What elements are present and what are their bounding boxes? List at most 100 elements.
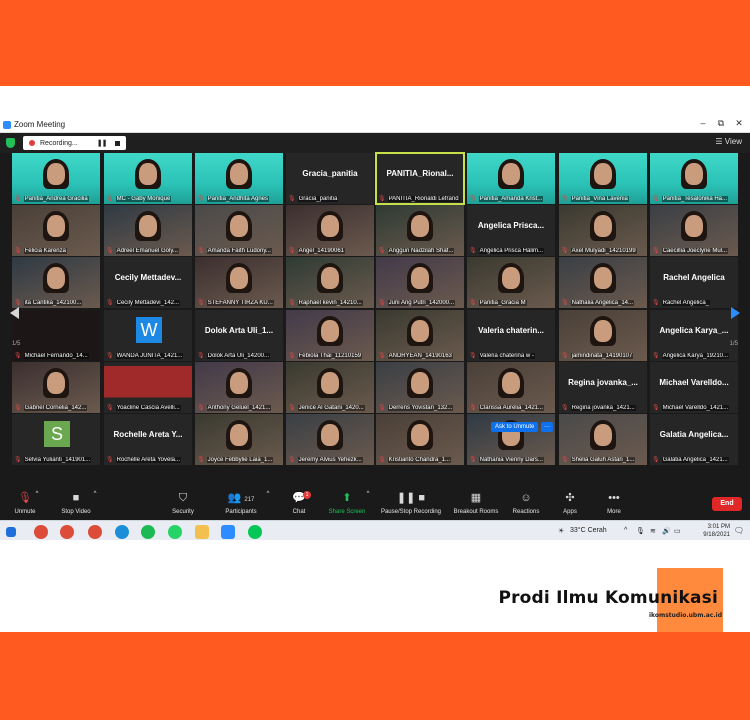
participant-tile[interactable]: Regina jovanka_... 🎙 Regina jovanka_1421..… [559,362,647,413]
chrome-icon[interactable] [60,525,74,539]
participant-tile[interactable]: Michael Varelldo... 🎙 Michael Varelldo_142… [650,362,738,413]
participant-tile[interactable]: 🎙 Jenice Al Gatani_1420... [286,362,374,413]
notifications-icon[interactable]: 🗨 [734,526,744,535]
participant-tile[interactable]: 🎙 Michael Fernando_14... [12,310,100,361]
participant-tile[interactable]: 🎙 Joyce Febbylie Laia_1... [195,414,283,465]
more-button[interactable]: ••• More [584,491,644,515]
window-title: Zoom Meeting [14,120,66,129]
participant-tile[interactable]: 🎙 Anggun Nadzilah Shaf... [376,205,464,256]
video-options-chevron-icon[interactable]: ^ [90,491,100,497]
maximize-button[interactable]: ⧉ [714,118,728,129]
participant-tile[interactable]: 🎙 Panitia_Vina Lavenia [559,153,647,204]
participant-tile[interactable]: 🎙 Felicia Karenza [12,205,100,256]
participant-tile[interactable]: 🎙 Febiola Thai_11210159 [286,310,374,361]
mic-muted-icon: 🎙 [561,405,569,411]
wifi-icon[interactable]: ≋ [650,527,656,535]
participant-face [139,215,157,237]
participant-tile[interactable]: Rochelle Areta Y... 🎙 Rochelle Areta Yovel… [104,414,192,465]
weather-readout[interactable]: 33°C Cerah [570,527,607,534]
participant-name-label: 🎙 Jeremy Alvius Yehezk... [288,455,372,464]
chrome-icon[interactable] [88,525,102,539]
participants-button[interactable]: 👥 217 Participants [211,491,271,515]
battery-icon[interactable]: ▭ [674,527,681,535]
tray-chevron-icon[interactable]: ^ [624,527,627,534]
participant-tile[interactable]: Valeria chaterin... 🎙 Valeria chaterina w … [467,310,555,361]
spotify-icon[interactable] [141,525,155,539]
participant-tile[interactable]: S 🎙 Selvia Yulianti_141901... [12,414,100,465]
zoom-taskbar-icon[interactable] [221,525,235,539]
participant-tile[interactable]: 🎙 Panitia_Tesalonika Ha... [650,153,738,204]
participant-tile[interactable]: 🎙 Caecillia Joeclyne Mul... [650,205,738,256]
whatsapp-icon[interactable] [168,525,182,539]
participant-tile[interactable]: Angelica Prisca... 🎙 Angelica Prisca Halim… [467,205,555,256]
mic-muted-icon: 🎙 [197,457,205,463]
chrome-icon[interactable] [34,525,48,539]
mic-muted-icon: 🎙 [652,196,660,202]
participant-tile[interactable]: 🎙 Angel_14190061 [286,205,374,256]
participant-tile[interactable]: 🎙 Panitia_Andrea Gracilia [12,153,100,204]
mic-muted-icon: 🎙 [106,300,114,306]
participant-tile[interactable]: 🎙 Shelia Galuh Astari_1... [559,414,647,465]
participant-tile[interactable]: PANITIA_Rional... 🎙 PANITIA_Rionaldi Lefra… [375,152,465,205]
view-button[interactable]: ☰ View [715,137,742,146]
participant-tile[interactable]: 🎙 Amanda Faith Ludony... [195,205,283,256]
participant-tile[interactable]: 🎙 Gabriel Cornelia_142... [12,362,100,413]
participant-tile[interactable]: Angelica Karya_... 🎙 Angelica Karya_19210.… [650,310,738,361]
stop-recording-icon[interactable] [115,140,121,146]
participant-tile[interactable]: 🎙 Derrens Yovistan_132... [376,362,464,413]
participant-tile[interactable]: 🎙 jamindinata_14190107 [559,310,647,361]
line-icon[interactable] [248,525,262,539]
pause-stop-recording-button[interactable]: ❚❚ ■ Pause/Stop Recording [376,491,446,515]
participant-tile[interactable]: Gracia_panitia 🎙 Gracia_panitia [286,153,374,204]
mic-tray-icon[interactable]: 🎙 [636,527,645,535]
next-page-arrow-icon[interactable] [731,307,740,319]
participant-name-label: 🎙 Selvia Yulianti_141901... [14,455,98,464]
participant-tile[interactable]: 🎙 Adreel Emanuel Goly... [104,205,192,256]
participant-display-name: Valeria chaterin... [478,326,544,335]
windows-start-icon[interactable] [6,527,16,537]
mic-muted-icon: 🎙 [652,457,660,463]
participant-tile[interactable]: 🎙 Yoacline Cascia Avelli... [104,362,192,413]
participant-tile[interactable]: 🎙 Jeremy Alvius Yehezk... [286,414,374,465]
participant-face [47,267,65,289]
ask-to-unmute-button[interactable]: Ask to Unmute [491,422,539,432]
previous-page-arrow-icon[interactable] [10,307,19,319]
security-label: Security [172,509,194,515]
participant-tile[interactable]: 🎙 Axel Mulyadi_14210199 [559,205,647,256]
share-options-chevron-icon[interactable]: ^ [363,491,373,497]
participant-tile[interactable]: Dolok Arta Uli_1... 🎙 Dolok Arta Uli_14200… [195,310,283,361]
edge-icon[interactable] [115,525,129,539]
volume-icon[interactable]: 🔊 [662,527,671,535]
audio-options-chevron-icon[interactable]: ^ [32,491,42,497]
participant-tile[interactable]: 🎙 ita Cantika_142100... [12,257,100,308]
participant-tile[interactable]: 🎙 Panitia_Andhita Agnes [195,153,283,204]
participant-tile[interactable]: 🎙 Nathalia Angelica_14... [559,257,647,308]
mic-muted-icon: 🎙 [378,248,386,254]
mic-muted-icon: 🎙 [652,300,660,306]
participant-tile[interactable]: 🎙 Clarissa Aurelia_1421... [467,362,555,413]
system-clock[interactable]: 3:01 PM 9/18/2021 [703,523,730,539]
participant-tile[interactable]: 🎙 Panitia_Amanda Krist... [467,153,555,204]
participant-tile[interactable]: W 🎙 WANDA JUNITA_1421... [104,310,192,361]
file-explorer-icon[interactable] [195,525,209,539]
pause-recording-icon[interactable]: ❚❚ [97,139,108,147]
participant-tile[interactable]: 🎙 Juni Ang Putri_142000... [376,257,464,308]
participant-tile[interactable]: 🎙 Panitia_Gracia M [467,257,555,308]
close-button[interactable]: ✕ [732,118,746,129]
participant-tile[interactable]: Cecily Mettadev... 🎙 Cecily Mettadevi_142.… [104,257,192,308]
security-button[interactable]: ⛉ Security [153,491,213,515]
participant-tile[interactable]: Galatia Angelica... 🎙 Galatia Angelica_142… [650,414,738,465]
participant-tile[interactable]: 🎙 ANDRYEAN_14190163 [376,310,464,361]
minimize-button[interactable]: – [696,118,710,128]
participant-tile[interactable]: 🎙 Anthony Geluel_1421... [195,362,283,413]
participant-tile[interactable]: Rachel Angelica 🎙 Rachel Angelica_ [650,257,738,308]
participant-more-button[interactable]: ··· [541,422,553,432]
participant-name: Michael Fernando_14... [23,352,89,359]
participant-tile[interactable]: 🎙 Kristianto Chandra_1... [376,414,464,465]
participant-display-name: Galatia Angelica... [659,430,729,439]
end-meeting-button[interactable]: End [712,497,742,511]
participant-tile[interactable]: 🎙 MC - Gaby Monique [104,153,192,204]
security-shield-icon[interactable] [6,138,15,148]
participant-tile[interactable]: 🎙 Raphael kevin_14210... [286,257,374,308]
participant-tile[interactable]: 🎙 STEFANNY TIRZA KU... [195,257,283,308]
